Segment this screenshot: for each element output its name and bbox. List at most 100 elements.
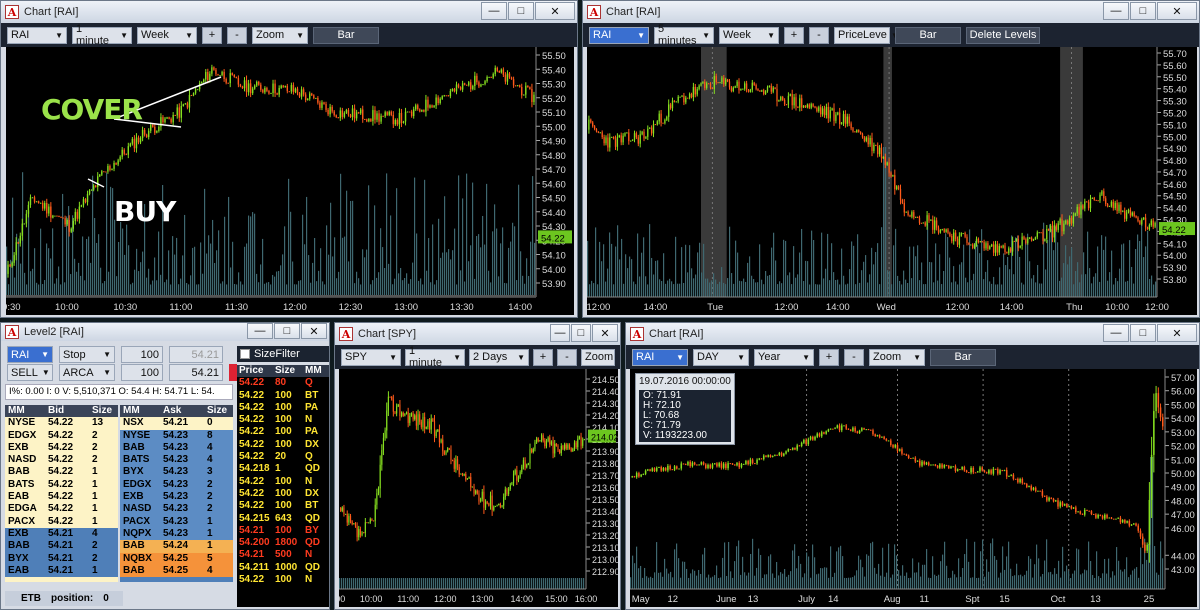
table-row[interactable]: PACX 54.22 1 [5,515,118,528]
price-chart[interactable]: 214.50214.40214.30214.20214.10214.00213.… [339,369,618,607]
window-titlebar[interactable]: A Chart [RAI] — □ ✕ [583,1,1199,23]
zoom-in-button[interactable]: + [784,26,804,44]
chart-window-rai-1min[interactable]: A Chart [RAI] — □ ✕ RAI ▼ 1 minute ▼ Week ▼… [0,0,578,318]
send-order-button[interactable] [229,364,237,381]
column-header[interactable]: MM [5,405,45,417]
period-select[interactable]: 2 Days ▼ [469,348,529,366]
zoom-select[interactable]: Zoom ▼ [869,348,925,366]
zoom-in-button[interactable]: + [533,348,553,366]
column-header[interactable]: Bid [45,405,89,417]
table-row[interactable]: BAB 54.24 1 [120,540,233,553]
table-row[interactable]: EDGA 54.22 1 [5,503,118,516]
minimize-icon[interactable]: — [481,2,507,20]
price-input-1[interactable]: 54.21 [169,346,223,363]
chart-window-rai-5min[interactable]: A Chart [RAI] — □ ✕ RAI ▼ 5 minutes ▼ Week… [582,0,1200,318]
level2-window[interactable]: A Level2 [RAI] — □ ✕ RAI ▼ Stop ▼ 100 54.2… [0,322,330,610]
maximize-icon[interactable]: □ [274,323,300,339]
close-icon[interactable]: ✕ [592,324,618,342]
tool-select[interactable]: PriceLeve▼ [834,26,899,44]
maximize-icon[interactable]: □ [571,324,591,342]
zoom-out-button[interactable]: - [557,348,577,366]
interval-select[interactable]: DAY ▼ [693,348,749,366]
column-header[interactable]: Size [89,405,118,417]
table-row[interactable]: BAB 54.23 4 [120,441,233,455]
period-select[interactable]: Year ▼ [754,348,814,366]
table-row[interactable]: NYSE 54.23 8 [120,429,233,442]
order-type-select[interactable]: Stop ▼ [59,346,115,363]
quantity-input-1[interactable]: 100 [121,346,163,363]
price-input-2[interactable]: 54.21 [169,364,223,381]
column-header[interactable]: Price [237,365,273,377]
bar-button[interactable]: Bar [895,26,961,44]
minimize-icon[interactable]: — [1103,2,1129,20]
window-titlebar[interactable]: A Level2 [RAI] — □ ✕ [1,323,329,341]
table-row[interactable]: BYX 54.21 2 [5,552,118,565]
table-row[interactable]: PACX 54.23 1 [120,515,233,528]
table-row[interactable]: EDGX 54.23 2 [120,478,233,492]
minimize-icon[interactable]: — [247,323,273,339]
level2-symbol-select[interactable]: RAI ▼ [7,346,53,363]
price-chart[interactable]: 55.50 55.40 55.30 55.20 55.10 55.00 54.90 54.80… [6,47,574,315]
bar-button[interactable]: Bar [313,26,379,44]
route-select[interactable]: ARCA ▼ [59,364,115,381]
table-row[interactable]: BAB 54.22 1 [5,466,118,479]
maximize-icon[interactable]: □ [1130,324,1156,342]
sizefilter-checkbox[interactable] [240,349,250,359]
zoom-select[interactable]: Zoom ▼ [252,26,308,44]
zoom-out-button[interactable]: - [809,26,829,44]
close-icon[interactable]: ✕ [301,323,327,339]
table-row[interactable]: EXB 54.22 2 [5,441,118,455]
minimize-icon[interactable]: — [550,324,570,342]
zoom-select[interactable]: Zoom [581,348,615,366]
table-row[interactable]: BATS 54.23 4 [120,454,233,467]
symbol-select[interactable]: RAI ▼ [589,26,649,44]
table-row[interactable]: EAB 54.22 1 [5,491,118,504]
table-row[interactable]: NQPX 54.23 1 [120,527,233,541]
table-row[interactable]: NASD 54.22 2 [5,454,118,467]
table-row[interactable]: EXB 54.21 4 [5,527,118,541]
bar-button[interactable]: Bar [930,348,996,366]
zoom-in-button[interactable]: + [202,26,222,44]
close-icon[interactable]: ✕ [1157,324,1197,342]
symbol-select[interactable]: RAI ▼ [632,348,688,366]
close-icon[interactable]: ✕ [1157,2,1197,20]
table-row[interactable]: EXB 54.23 2 [120,491,233,504]
chart-window-rai-day[interactable]: A Chart [RAI] — □ ✕ RAI ▼ DAY ▼ Year ▼ + - … [625,322,1200,610]
column-header[interactable]: MM [303,365,329,377]
chart-window-spy[interactable]: A Chart [SPY] — □ ✕ SPY ▼ 1 minute ▼ 2 Day… [334,322,621,610]
table-row[interactable]: EAB 54.21 1 [5,564,118,578]
side-select[interactable]: SELL ▼ [7,364,53,381]
quantity-input-2[interactable]: 100 [121,364,163,381]
period-select[interactable]: Week ▼ [719,26,779,44]
period-select[interactable]: Week ▼ [137,26,197,44]
minimize-icon[interactable]: — [1103,324,1129,342]
window-titlebar[interactable]: A Chart [RAI] — □ ✕ [626,323,1199,345]
symbol-select[interactable]: RAI ▼ [7,26,67,44]
symbol-select[interactable]: SPY ▼ [341,348,401,366]
delete-levels-button[interactable]: Delete Levels [966,26,1040,44]
price-chart[interactable]: 55.70 55.60 55.50 55.40 55.30 55.20 55.10 55.00… [587,47,1197,315]
table-row[interactable]: NSX 54.21 0 [120,417,233,430]
interval-select[interactable]: 1 minute ▼ [405,345,465,369]
column-header[interactable]: Ask [160,405,204,417]
zoom-out-button[interactable]: - [227,26,247,44]
table-row[interactable]: BATS 54.22 1 [5,478,118,492]
interval-select[interactable]: 5 minutes ▼ [654,23,714,47]
table-row[interactable]: BAB 54.25 4 [120,564,233,578]
interval-select[interactable]: 1 minute ▼ [72,23,132,47]
window-titlebar[interactable]: A Chart [RAI] — □ ✕ [1,1,577,23]
table-row[interactable]: NASD 54.23 2 [120,503,233,516]
zoom-out-button[interactable]: - [844,348,864,366]
column-header[interactable]: Size [204,405,233,417]
column-header[interactable]: Size [273,365,303,377]
zoom-in-button[interactable]: + [819,348,839,366]
column-header[interactable]: MM [120,405,160,417]
table-row[interactable]: EDGX 54.22 2 [5,429,118,442]
table-row[interactable]: NYSE 54.22 13 [5,417,118,430]
table-row[interactable]: BAB 54.21 2 [5,540,118,553]
table-row[interactable]: BYX 54.23 3 [120,466,233,479]
table-row[interactable]: NQBX 54.25 5 [120,552,233,565]
maximize-icon[interactable]: □ [508,2,534,20]
close-icon[interactable]: ✕ [535,2,575,20]
maximize-icon[interactable]: □ [1130,2,1156,20]
